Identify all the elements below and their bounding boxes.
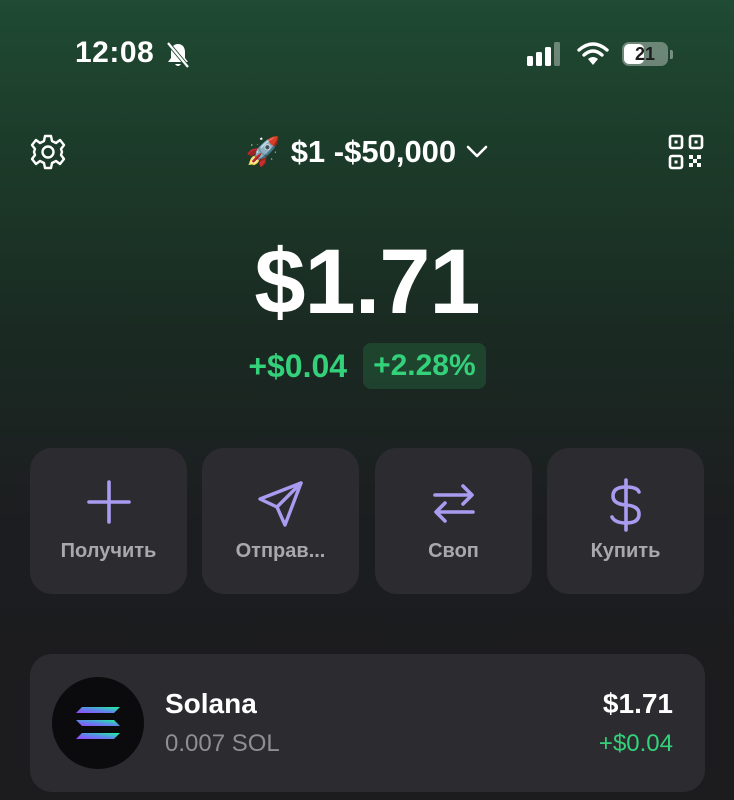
token-change: +$0.04 — [598, 730, 673, 757]
bell-slash-icon — [166, 41, 190, 69]
account-selector-inner[interactable]: 🚀 $1 -$50,000 — [246, 134, 488, 170]
battery-level: 21 — [634, 44, 656, 64]
send-label: Отправ... — [235, 540, 326, 562]
solana-logo-icon — [52, 677, 144, 769]
balance-change-percent-badge: +2.28% — [363, 343, 486, 389]
receive-button[interactable]: Получить — [30, 448, 187, 594]
token-name: Solana — [165, 688, 257, 719]
balance-change-absolute: +$0.04 — [248, 347, 348, 384]
status-time: 12:08 — [75, 36, 155, 69]
send-icon — [257, 481, 303, 527]
swap-button[interactable]: Своп — [375, 448, 532, 594]
send-button[interactable]: Отправ... — [202, 448, 359, 594]
receive-label: Получить — [60, 540, 157, 562]
battery-tip — [670, 50, 673, 59]
qr-code-icon[interactable] — [668, 134, 704, 170]
buy-label: Купить — [590, 540, 661, 562]
action-buttons: Получить Отправ... Своп Купить — [30, 448, 705, 594]
wallet-screen: 12:08 21 🚀 $1 -$50,000 $1.71 +$0.04 +2.2… — [0, 0, 734, 800]
token-amount: 0.007 SOL — [165, 730, 280, 757]
status-bar: 12:08 21 — [0, 0, 734, 110]
total-balance: $1.71 — [254, 231, 480, 333]
dollar-icon — [609, 478, 641, 532]
wifi-icon — [577, 42, 609, 65]
swap-label: Своп — [428, 540, 479, 562]
token-row-solana[interactable]: Solana 0.007 SOL $1.71 +$0.04 — [30, 654, 705, 792]
buy-button[interactable]: Купить — [547, 448, 704, 594]
account-name: $1 -$50,000 — [290, 134, 457, 169]
swap-icon — [432, 484, 475, 523]
balance-change-row: +$0.04 +2.28% — [0, 343, 734, 389]
account-selector[interactable]: 🚀 $1 -$50,000 — [0, 128, 734, 176]
solana-logo-graphic — [76, 707, 120, 739]
chevron-down-icon — [466, 145, 488, 158]
token-value: $1.71 — [602, 688, 673, 719]
battery-icon: 21 — [622, 42, 668, 66]
cellular-signal-icon — [527, 42, 560, 66]
account-emoji: 🚀 — [245, 136, 281, 167]
plus-icon — [86, 480, 131, 524]
